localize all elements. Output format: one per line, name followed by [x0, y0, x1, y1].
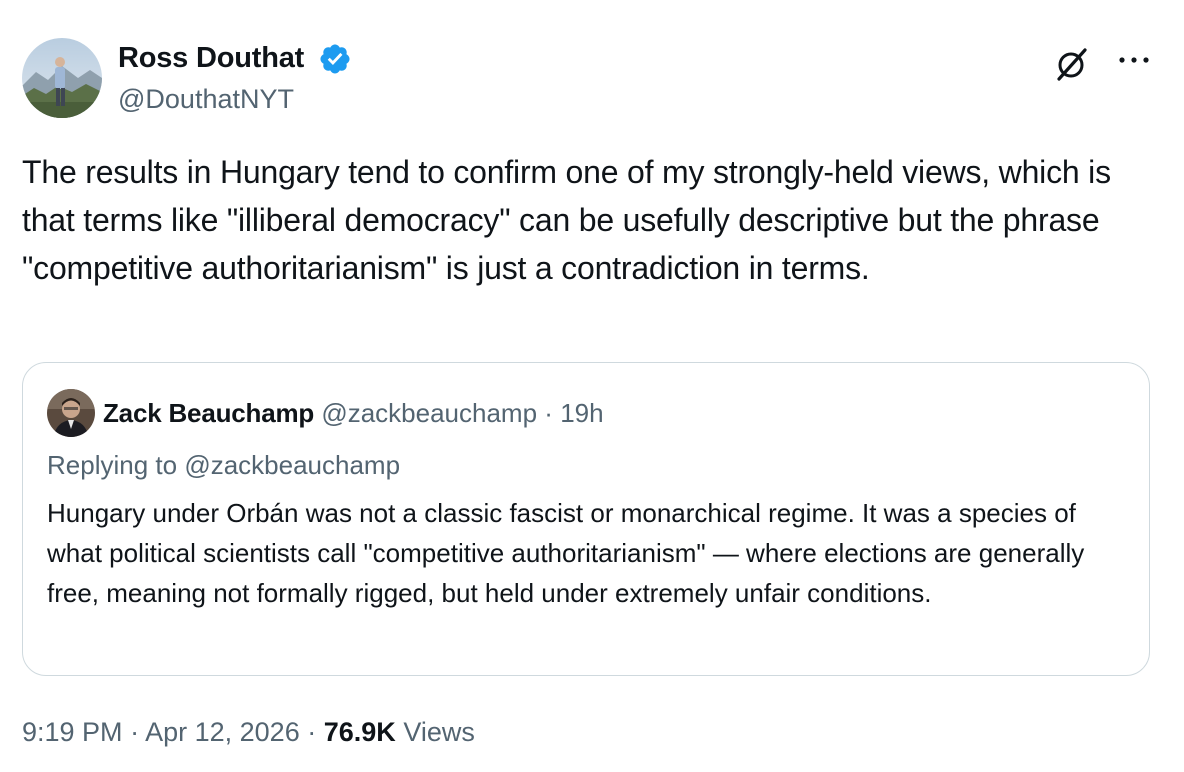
more-options-icon[interactable]	[1114, 50, 1154, 70]
views-label: Views	[403, 717, 475, 747]
profile-photo-icon	[47, 389, 95, 437]
quoted-tweet-card[interactable]: Zack Beauchamp @zackbeauchamp · 19h Repl…	[22, 362, 1150, 676]
grok-icon[interactable]	[1052, 44, 1092, 84]
replying-handle[interactable]: @zackbeauchamp	[184, 450, 400, 480]
quote-separator: ·	[544, 398, 553, 428]
quote-author-name[interactable]: Zack Beauchamp	[103, 398, 314, 428]
verified-badge-icon[interactable]	[318, 42, 352, 76]
meta-separator: ·	[307, 717, 317, 747]
replying-prefix: Replying to	[47, 450, 185, 480]
views-count: 76.9K	[323, 717, 396, 747]
quote-header: Zack Beauchamp @zackbeauchamp · 19h	[103, 395, 604, 431]
tweet-date[interactable]: Apr 12, 2026	[145, 717, 300, 747]
tweet-time[interactable]: 9:19 PM	[22, 717, 123, 747]
tweet-text: The results in Hungary tend to confirm o…	[22, 154, 1111, 286]
quote-replying-to: Replying to @zackbeauchamp	[47, 447, 400, 483]
author-handle[interactable]: @DouthatNYT	[118, 82, 294, 116]
quote-author-handle[interactable]: @zackbeauchamp	[321, 398, 537, 428]
quote-timestamp[interactable]: 19h	[560, 398, 603, 428]
meta-separator: ·	[130, 717, 140, 747]
quote-author-avatar[interactable]	[47, 389, 95, 437]
author-avatar[interactable]	[22, 38, 102, 118]
quote-text: Hungary under Orbán was not a classic fa…	[47, 498, 1085, 608]
profile-photo-icon	[22, 38, 102, 118]
author-name[interactable]: Ross Douthat	[118, 40, 304, 76]
tweet-meta: 9:19 PM · Apr 12, 2026 · 76.9K Views	[22, 714, 475, 750]
